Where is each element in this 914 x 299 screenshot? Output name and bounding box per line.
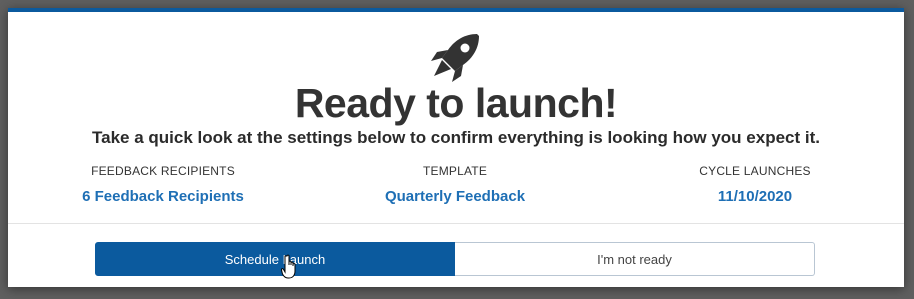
schedule-launch-button[interactable]: Schedule Launch (95, 242, 455, 276)
setting-value[interactable]: 11/10/2020 (625, 188, 885, 205)
setting-feedback-recipients: FEEDBACK RECIPIENTS 6 Feedback Recipient… (33, 164, 293, 205)
rocket-icon (431, 34, 479, 82)
setting-label: FEEDBACK RECIPIENTS (91, 164, 235, 178)
hand-pointer-icon (280, 254, 296, 279)
setting-value[interactable]: 6 Feedback Recipients (33, 188, 293, 205)
modal-title: Ready to launch! (294, 80, 618, 126)
launch-confirmation-modal: Ready to launch! Take a quick look at th… (8, 8, 904, 287)
launch-settings-summary: FEEDBACK RECIPIENTS 6 Feedback Recipient… (8, 164, 904, 214)
modal-subtitle: Take a quick look at the settings below … (92, 128, 820, 147)
setting-cycle-launches: CYCLE LAUNCHES 11/10/2020 (625, 164, 885, 205)
modal-divider (8, 223, 904, 224)
setting-label: TEMPLATE (422, 164, 488, 178)
not-ready-button[interactable]: I'm not ready (455, 242, 815, 276)
setting-template: TEMPLATE Quarterly Feedback (325, 164, 585, 205)
setting-label: CYCLE LAUNCHES (699, 164, 811, 178)
setting-value[interactable]: Quarterly Feedback (325, 188, 585, 205)
